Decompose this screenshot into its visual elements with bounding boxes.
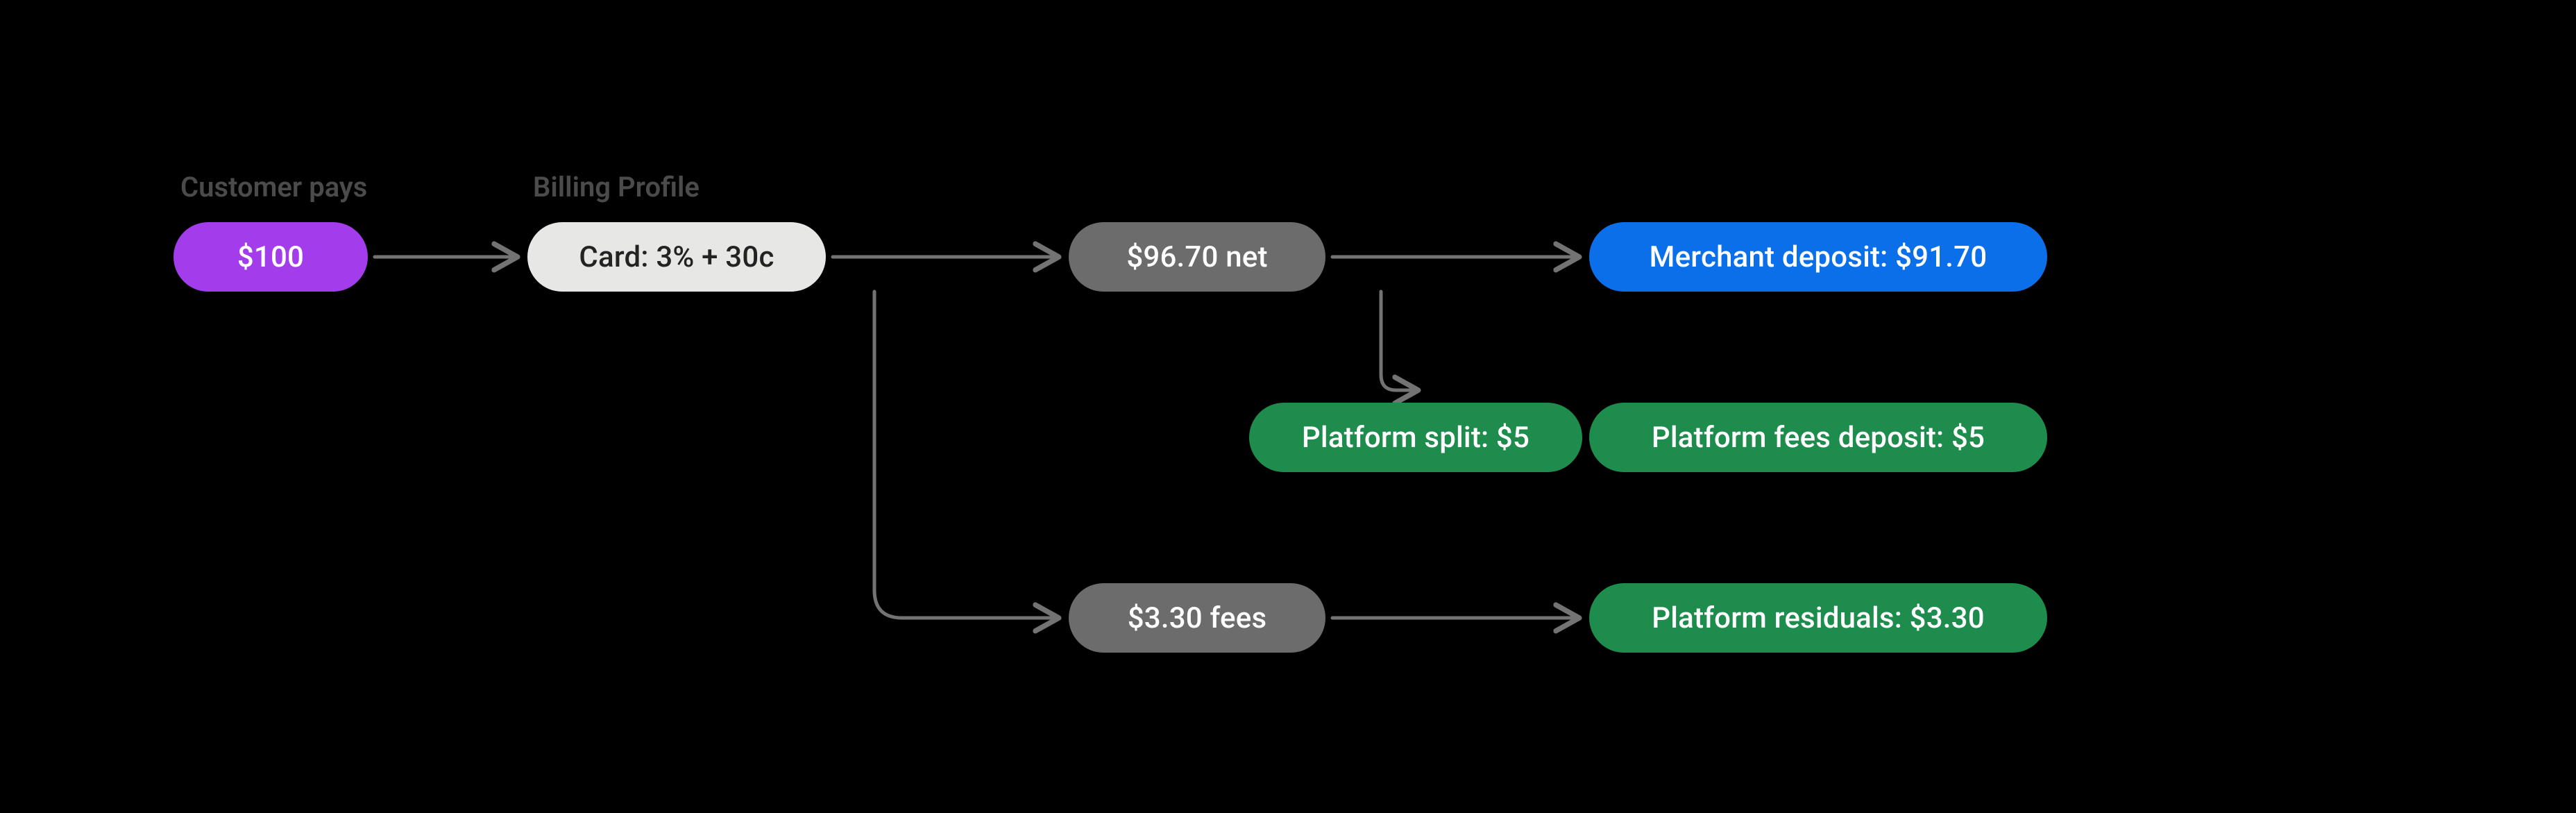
platform-split-node: Platform split: $5	[1249, 403, 1582, 472]
merchant-deposit-node: Merchant deposit: $91.70	[1589, 222, 2047, 292]
customer-pays-label: Customer pays	[180, 174, 367, 201]
platform-residuals-node: Platform residuals: $3.30	[1589, 583, 2047, 653]
payment-flow-diagram: Customer pays Billing Profile $100 Card:…	[0, 0, 2576, 813]
platform-fees-deposit-node: Platform fees deposit: $5	[1589, 403, 2047, 472]
billing-rate-node: Card: 3% + 30c	[527, 222, 826, 292]
net-amount-node: $96.70 net	[1069, 222, 1325, 292]
customer-amount-node: $100	[173, 222, 368, 292]
billing-profile-label: Billing Profile	[533, 174, 700, 201]
fees-amount-node: $3.30 fees	[1069, 583, 1325, 653]
